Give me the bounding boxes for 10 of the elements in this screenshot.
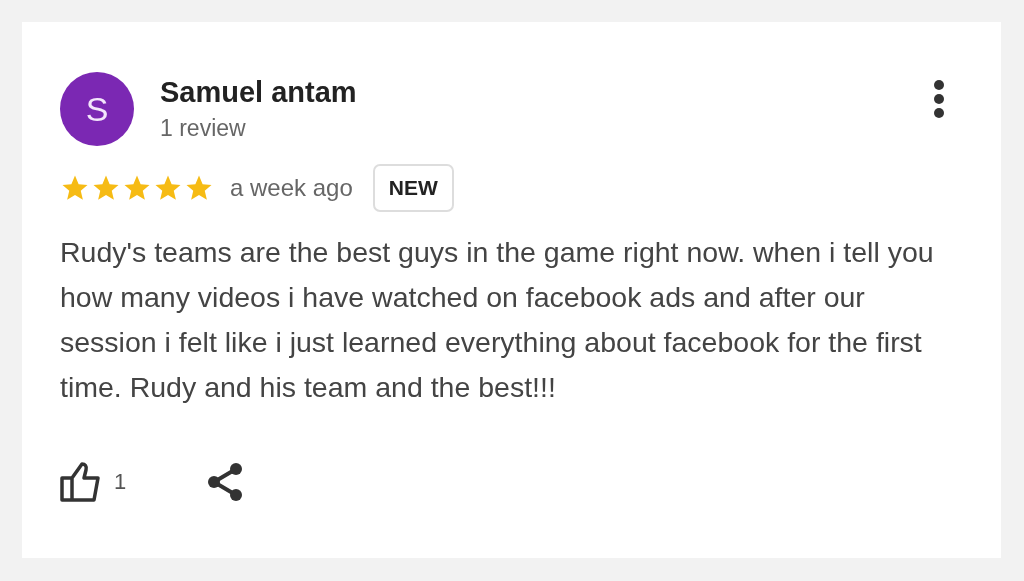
like-icon[interactable] (60, 462, 102, 502)
review-count: 1 review (160, 115, 247, 142)
new-badge: NEW (372, 164, 454, 212)
like-count: 1 (114, 469, 127, 495)
share-icon[interactable] (206, 462, 245, 502)
review-time: a week ago (230, 174, 353, 202)
avatar: S (60, 72, 134, 146)
menu-icon[interactable] (933, 79, 945, 119)
author-name: Samuel antam (160, 76, 358, 109)
review-text: Rudy's teams are the best guys in the game right now. when i tell you how many videos i have watched on facebook ads and after our session i felt like i just learned everything about facebook for the first time. Rudy and his team and the best!!! (60, 235, 935, 405)
